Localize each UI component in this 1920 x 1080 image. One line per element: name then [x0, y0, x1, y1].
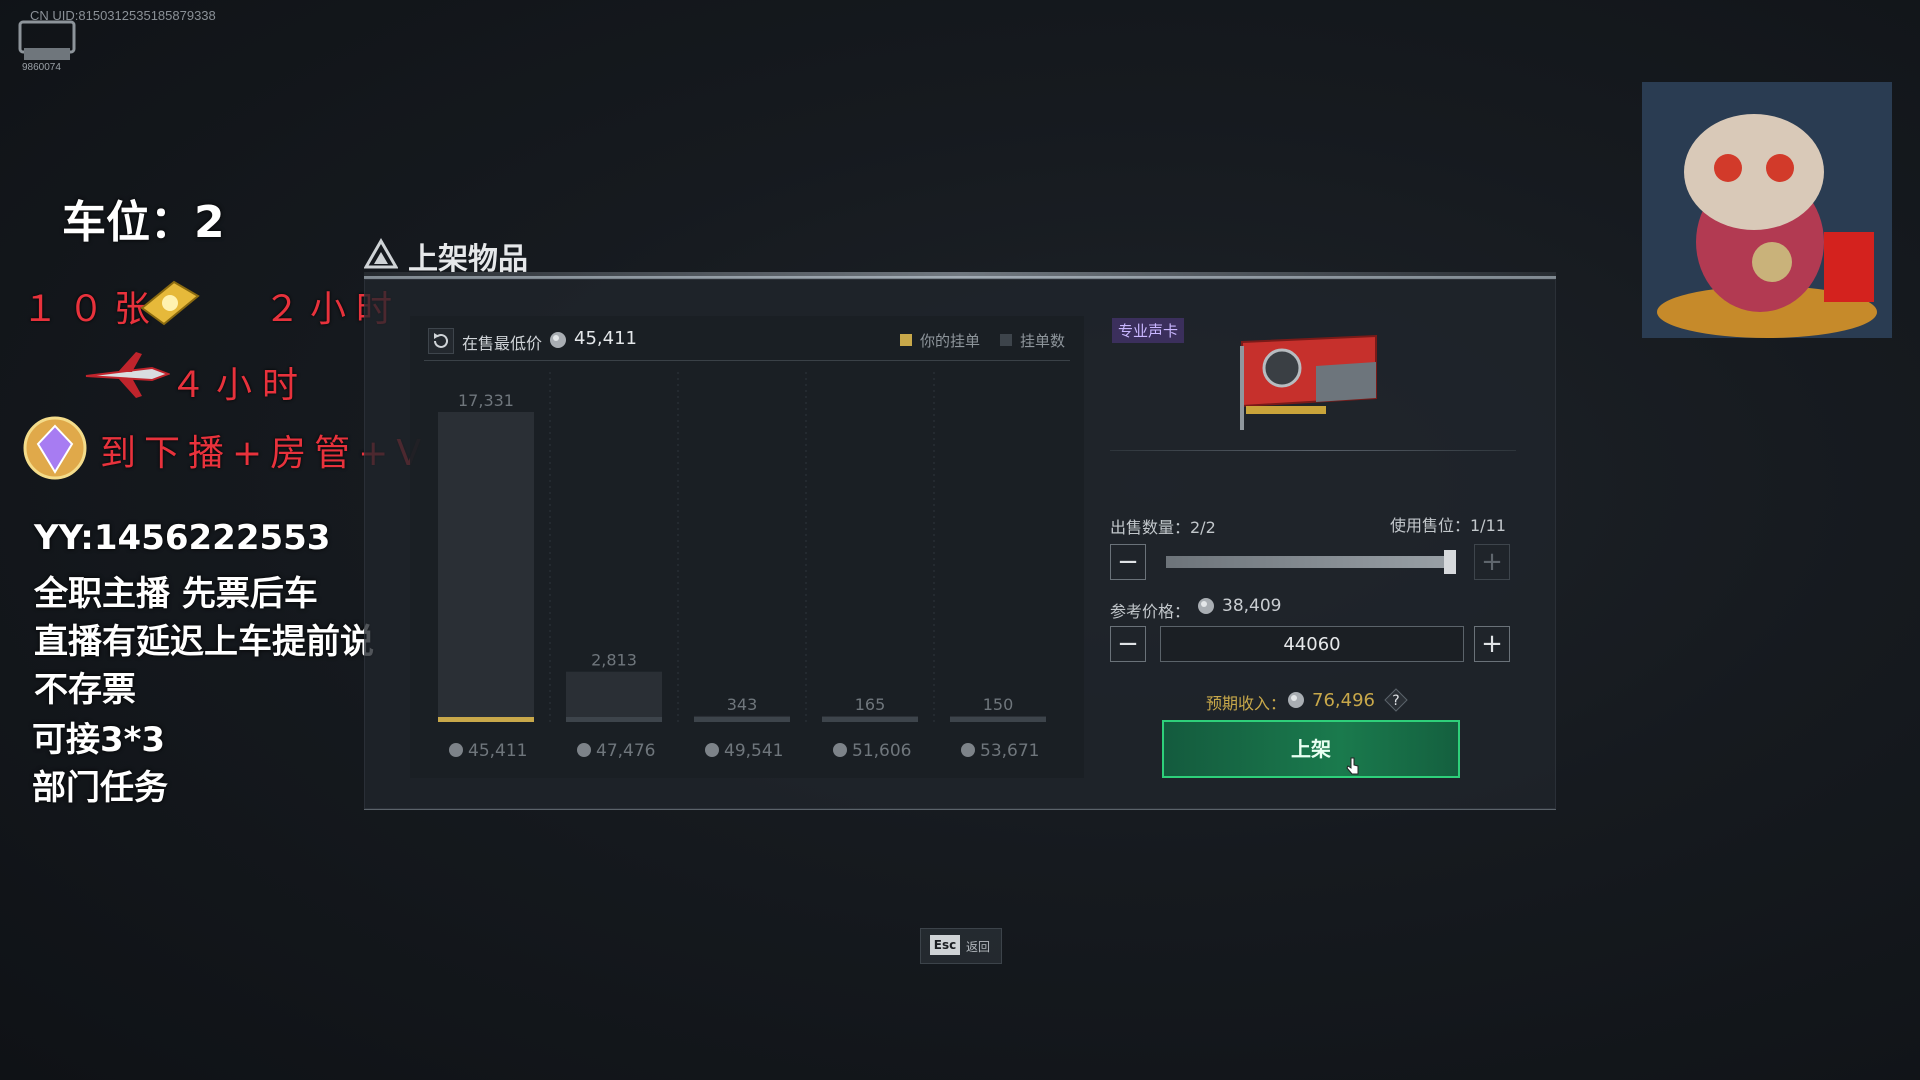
lowest-price-label: 在售最低价 — [462, 334, 543, 353]
help-icon[interactable]: ? — [1384, 688, 1408, 712]
list-item-button[interactable]: 上架 — [1162, 720, 1460, 778]
coin-icon — [1288, 692, 1304, 708]
legend-listing-count: 挂单数 — [1020, 332, 1066, 350]
legend-swatch-count — [1000, 334, 1012, 346]
coin-icon — [550, 332, 566, 348]
chart-header-divider — [424, 360, 1070, 361]
chart-price-tick: 45,411 — [468, 741, 527, 761]
info-line-1: 全职主播 先票后车 — [34, 574, 318, 614]
chart-bar-my-listing — [438, 717, 534, 722]
panel-logo-icon — [364, 238, 398, 269]
chart-bar-baseline — [950, 717, 1046, 722]
gold-ticket-line: １０张 ２小时 — [22, 280, 402, 332]
reference-price-label: 参考价格： — [1110, 602, 1191, 621]
chart-bar-baseline — [694, 717, 790, 722]
chart-value-label: 343 — [727, 695, 758, 714]
item-type-badge: 专业声卡 — [1112, 318, 1185, 343]
room-number: 9860074 — [22, 62, 61, 73]
info-line-5: 部门任务 — [32, 768, 168, 808]
mouse-cursor-icon — [1346, 757, 1359, 775]
coin-icon — [1198, 598, 1214, 614]
chart-bar-baseline — [822, 717, 918, 722]
quantity-increase-button[interactable]: + — [1474, 544, 1510, 580]
yy-contact: YY:1456222553 — [34, 518, 331, 558]
price-input[interactable] — [1160, 626, 1464, 662]
quantity-slider[interactable] — [1166, 556, 1456, 568]
item-preview-divider — [1110, 450, 1516, 451]
jet-icon — [85, 352, 170, 398]
sell-quantity-label: 出售数量：2/2 — [1110, 518, 1216, 537]
chart-value-label: 17,331 — [458, 391, 514, 410]
diamond-badge-icon — [23, 416, 87, 480]
chart-plot: 17,331 45,411 2,813 47,476 343 49,541 165 51,60… — [438, 372, 1046, 761]
seat-count-text: 车位：2 — [62, 197, 225, 248]
coin-icon — [449, 743, 463, 757]
price-decrease-button[interactable]: − — [1110, 626, 1146, 662]
webcam-feed — [1642, 82, 1892, 338]
chart-value-label: 2,813 — [591, 651, 637, 670]
chart-value-label: 165 — [855, 695, 886, 714]
quantity-slider-handle[interactable] — [1444, 550, 1456, 574]
svg-text:?: ? — [1392, 693, 1399, 709]
platform-logo — [18, 20, 76, 60]
coin-icon — [577, 743, 591, 757]
chart-price-tick: 49,541 — [724, 741, 783, 761]
info-line-2: 直播有延迟上车提前说 — [34, 622, 374, 662]
gold-ticket-icon — [140, 280, 200, 326]
legend-my-listings: 你的挂单 — [920, 332, 981, 350]
chart-bar — [566, 671, 662, 722]
coin-icon — [705, 743, 719, 757]
info-line-3: 不存票 — [34, 670, 136, 710]
expected-income-label: 预期收入： — [1206, 694, 1287, 713]
esc-key-badge: Esc — [930, 935, 960, 955]
info-line-4: 可接3*3 — [32, 720, 166, 760]
price-increase-button[interactable]: + — [1474, 626, 1510, 662]
chart-price-tick: 51,606 — [852, 741, 911, 761]
sound-card-icon — [1240, 334, 1377, 430]
chart-bar-baseline — [566, 717, 662, 722]
expected-income-value: 76,496 — [1312, 690, 1375, 711]
chart-price-tick: 47,476 — [596, 741, 655, 761]
quantity-decrease-button[interactable]: − — [1110, 544, 1146, 580]
panel-top-border — [364, 272, 1556, 278]
reference-price-value: 38,409 — [1222, 596, 1282, 616]
back-label: 返回 — [966, 940, 991, 954]
legend-swatch-mine — [900, 334, 912, 346]
coin-icon — [833, 743, 847, 757]
coin-icon — [961, 743, 975, 757]
chart-bar — [438, 412, 534, 722]
chart-value-label: 150 — [983, 695, 1014, 714]
lion-figurine-image — [1642, 82, 1892, 338]
lowest-price-value: 45,411 — [574, 328, 637, 349]
sale-slot-label: 使用售位：1/11 — [1390, 516, 1506, 535]
chart-price-tick: 53,671 — [980, 741, 1039, 761]
refresh-icon[interactable] — [428, 328, 454, 354]
jet-duration: ４小时 — [170, 365, 309, 406]
